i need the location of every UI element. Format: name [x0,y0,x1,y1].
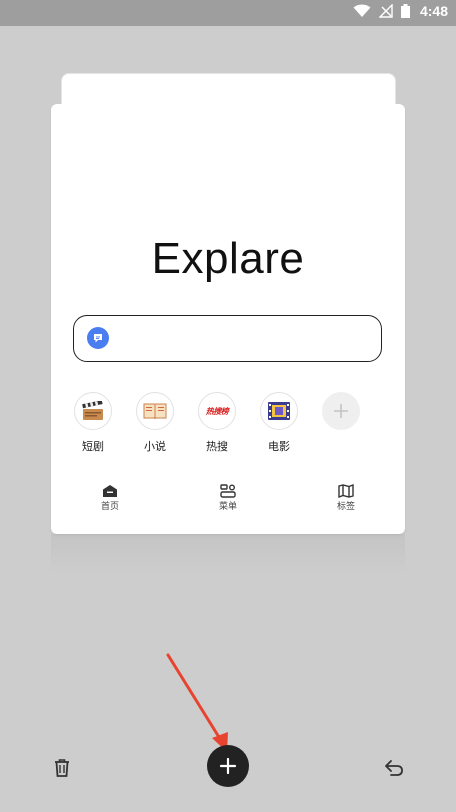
book-icon [136,392,174,430]
home-icon [103,485,117,497]
search-engine-icon [87,327,109,349]
nav-label: 菜单 [218,502,237,512]
shortcut-short-drama[interactable]: 短剧 [71,392,115,454]
brand-title: Explare [151,234,305,283]
nav-item-tabs[interactable]: 标签 [316,484,376,512]
nav-item-home[interactable]: 首页 [80,484,140,512]
shortcut-label: 热搜 [206,440,228,453]
plus-icon [219,757,237,775]
search-bar[interactable] [73,315,382,362]
menu-icon [220,484,236,498]
trash-icon [55,759,69,777]
wifi-icon [353,4,371,17]
shortcut-novel[interactable]: 小说 [133,392,177,454]
plus-icon [322,392,360,430]
map-icon [338,484,354,498]
current-tab-card[interactable]: Explare 短剧 小说 热搜榜 热搜 电影 首页 菜单 标签 [51,104,405,534]
undo-button[interactable] [382,756,406,780]
status-icons: 4:48 [353,3,448,19]
status-time: 4:48 [419,3,448,19]
nav-item-menu[interactable]: 菜单 [198,484,258,512]
shortcut-grid: 短剧 小说 热搜榜 热搜 电影 [71,392,391,454]
clapperboard-icon [74,392,112,430]
card-bottom-nav: 首页 菜单 标签 [51,484,405,520]
shortcut-label: 短剧 [82,440,104,453]
nav-label: 标签 [336,502,355,512]
undo-icon [385,760,403,776]
shortcut-label: 电影 [268,440,290,453]
annotation-arrow [166,653,228,752]
status-bar: 4:48 [0,0,456,26]
hot-search-icon: 热搜榜 [198,392,236,430]
add-shortcut-button[interactable] [319,392,363,430]
shortcut-label: 小说 [144,440,166,453]
delete-tabs-button[interactable] [50,756,74,780]
new-tab-button[interactable] [207,745,249,787]
card-reflection [51,534,405,574]
battery-icon [400,4,410,18]
hot-search-badge-text: 热搜榜 [205,406,229,416]
no-signal-icon [378,4,393,18]
nav-label: 首页 [100,502,119,512]
film-icon [260,392,298,430]
shortcut-hot-search[interactable]: 热搜榜 热搜 [195,392,239,454]
shortcut-movie[interactable]: 电影 [257,392,301,454]
